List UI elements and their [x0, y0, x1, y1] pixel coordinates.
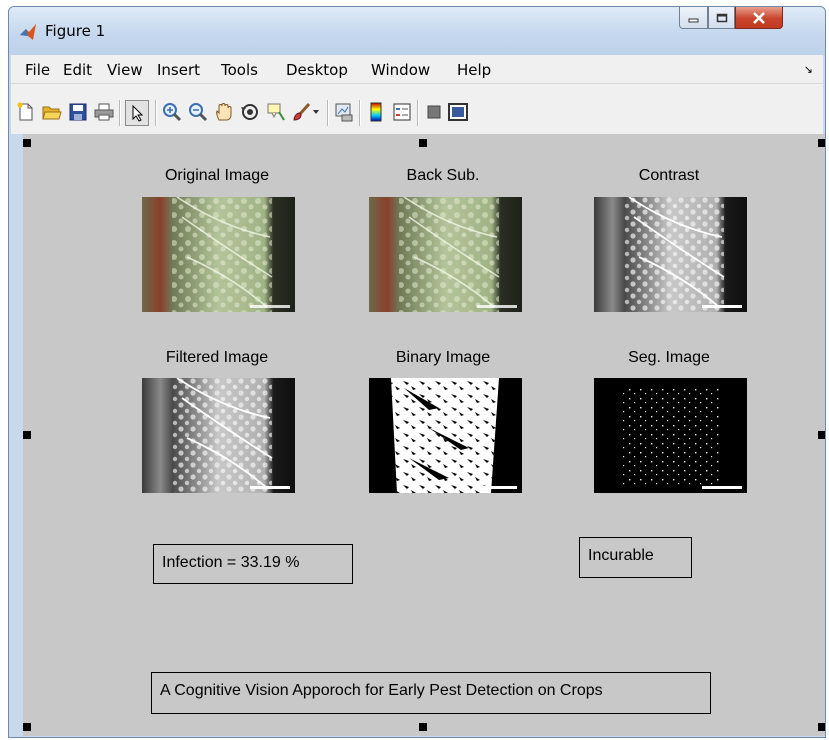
toolbar-separator	[327, 100, 329, 126]
infection-percentage-text: Infection = 33.19 %	[153, 544, 353, 584]
close-icon	[753, 11, 765, 24]
title-bar[interactable]: Figure 1	[9, 7, 825, 55]
pan-hand-icon[interactable]	[213, 101, 235, 123]
disease-status-text: Incurable	[579, 537, 692, 578]
menu-edit[interactable]: Edit	[63, 61, 92, 79]
selection-handle[interactable]	[23, 139, 31, 147]
toolbar-separator	[359, 100, 361, 126]
matlab-logo-icon	[20, 24, 36, 40]
zoom-in-icon[interactable]	[161, 101, 183, 123]
menu-desktop[interactable]: Desktop	[286, 61, 348, 79]
seg-image	[594, 378, 747, 493]
minimize-icon	[688, 18, 698, 22]
minimize-button[interactable]	[679, 7, 708, 29]
toolbar-separator	[119, 100, 121, 126]
original-image	[142, 197, 295, 312]
insert-legend-icon[interactable]	[391, 101, 413, 123]
maximize-icon	[716, 13, 727, 22]
maximize-button[interactable]	[708, 7, 735, 29]
print-icon[interactable]	[93, 101, 115, 123]
close-button[interactable]	[735, 7, 783, 29]
menu-insert[interactable]: Insert	[157, 61, 200, 79]
toolbar-separator	[155, 100, 157, 126]
window-title: Figure 1	[45, 22, 106, 40]
contrast-title: Contrast	[638, 167, 700, 184]
insert-colorbar-icon[interactable]	[365, 101, 387, 123]
menu-view[interactable]: View	[107, 61, 143, 79]
seg-image-title: Seg. Image	[628, 349, 710, 366]
figure-canvas: Original Image Back Sub. Contrast Filter…	[23, 134, 825, 736]
toolbar	[11, 84, 823, 134]
selection-handle[interactable]	[23, 723, 31, 731]
toolbar-separator	[417, 100, 419, 126]
original-image-title: Original Image	[164, 167, 270, 184]
selection-handle[interactable]	[419, 723, 427, 731]
menu-bar: File Edit View Insert Tools Desktop Wind…	[11, 55, 823, 84]
new-figure-icon[interactable]	[15, 101, 37, 123]
edit-plot-arrow-icon[interactable]	[125, 100, 149, 126]
figure-window: Figure 1 File Edit View Insert Tools Des…	[8, 6, 826, 738]
menu-dock-arrow-icon[interactable]: ↘	[804, 63, 813, 76]
menu-window[interactable]: Window	[371, 61, 430, 79]
selection-handle[interactable]	[818, 139, 825, 147]
menu-help[interactable]: Help	[457, 61, 491, 79]
link-plot-icon[interactable]	[333, 101, 355, 123]
selection-handle[interactable]	[419, 139, 427, 147]
open-folder-icon[interactable]	[41, 101, 63, 123]
filtered-image-title: Filtered Image	[165, 349, 269, 366]
hide-plot-tools-icon[interactable]	[423, 101, 445, 123]
save-icon[interactable]	[67, 101, 89, 123]
back-sub-image	[369, 197, 522, 312]
binary-image	[369, 378, 522, 493]
show-plot-tools-icon[interactable]	[447, 101, 469, 123]
selection-handle[interactable]	[818, 431, 825, 439]
contrast-image	[594, 197, 747, 312]
figure-caption: A Cognitive Vision Apporoch for Early Pe…	[151, 672, 711, 714]
binary-image-title: Binary Image	[395, 349, 491, 366]
rotate-3d-icon[interactable]	[239, 101, 261, 123]
menu-file[interactable]: File	[25, 61, 50, 79]
selection-handle[interactable]	[23, 431, 31, 439]
brush-icon[interactable]	[291, 101, 313, 123]
back-sub-title: Back Sub.	[406, 167, 480, 184]
menu-tools[interactable]: Tools	[221, 61, 258, 79]
selection-handle[interactable]	[818, 723, 825, 731]
zoom-out-icon[interactable]	[187, 101, 209, 123]
data-cursor-icon[interactable]	[265, 101, 287, 123]
brush-dropdown-icon[interactable]	[311, 101, 321, 123]
filtered-image	[142, 378, 295, 493]
